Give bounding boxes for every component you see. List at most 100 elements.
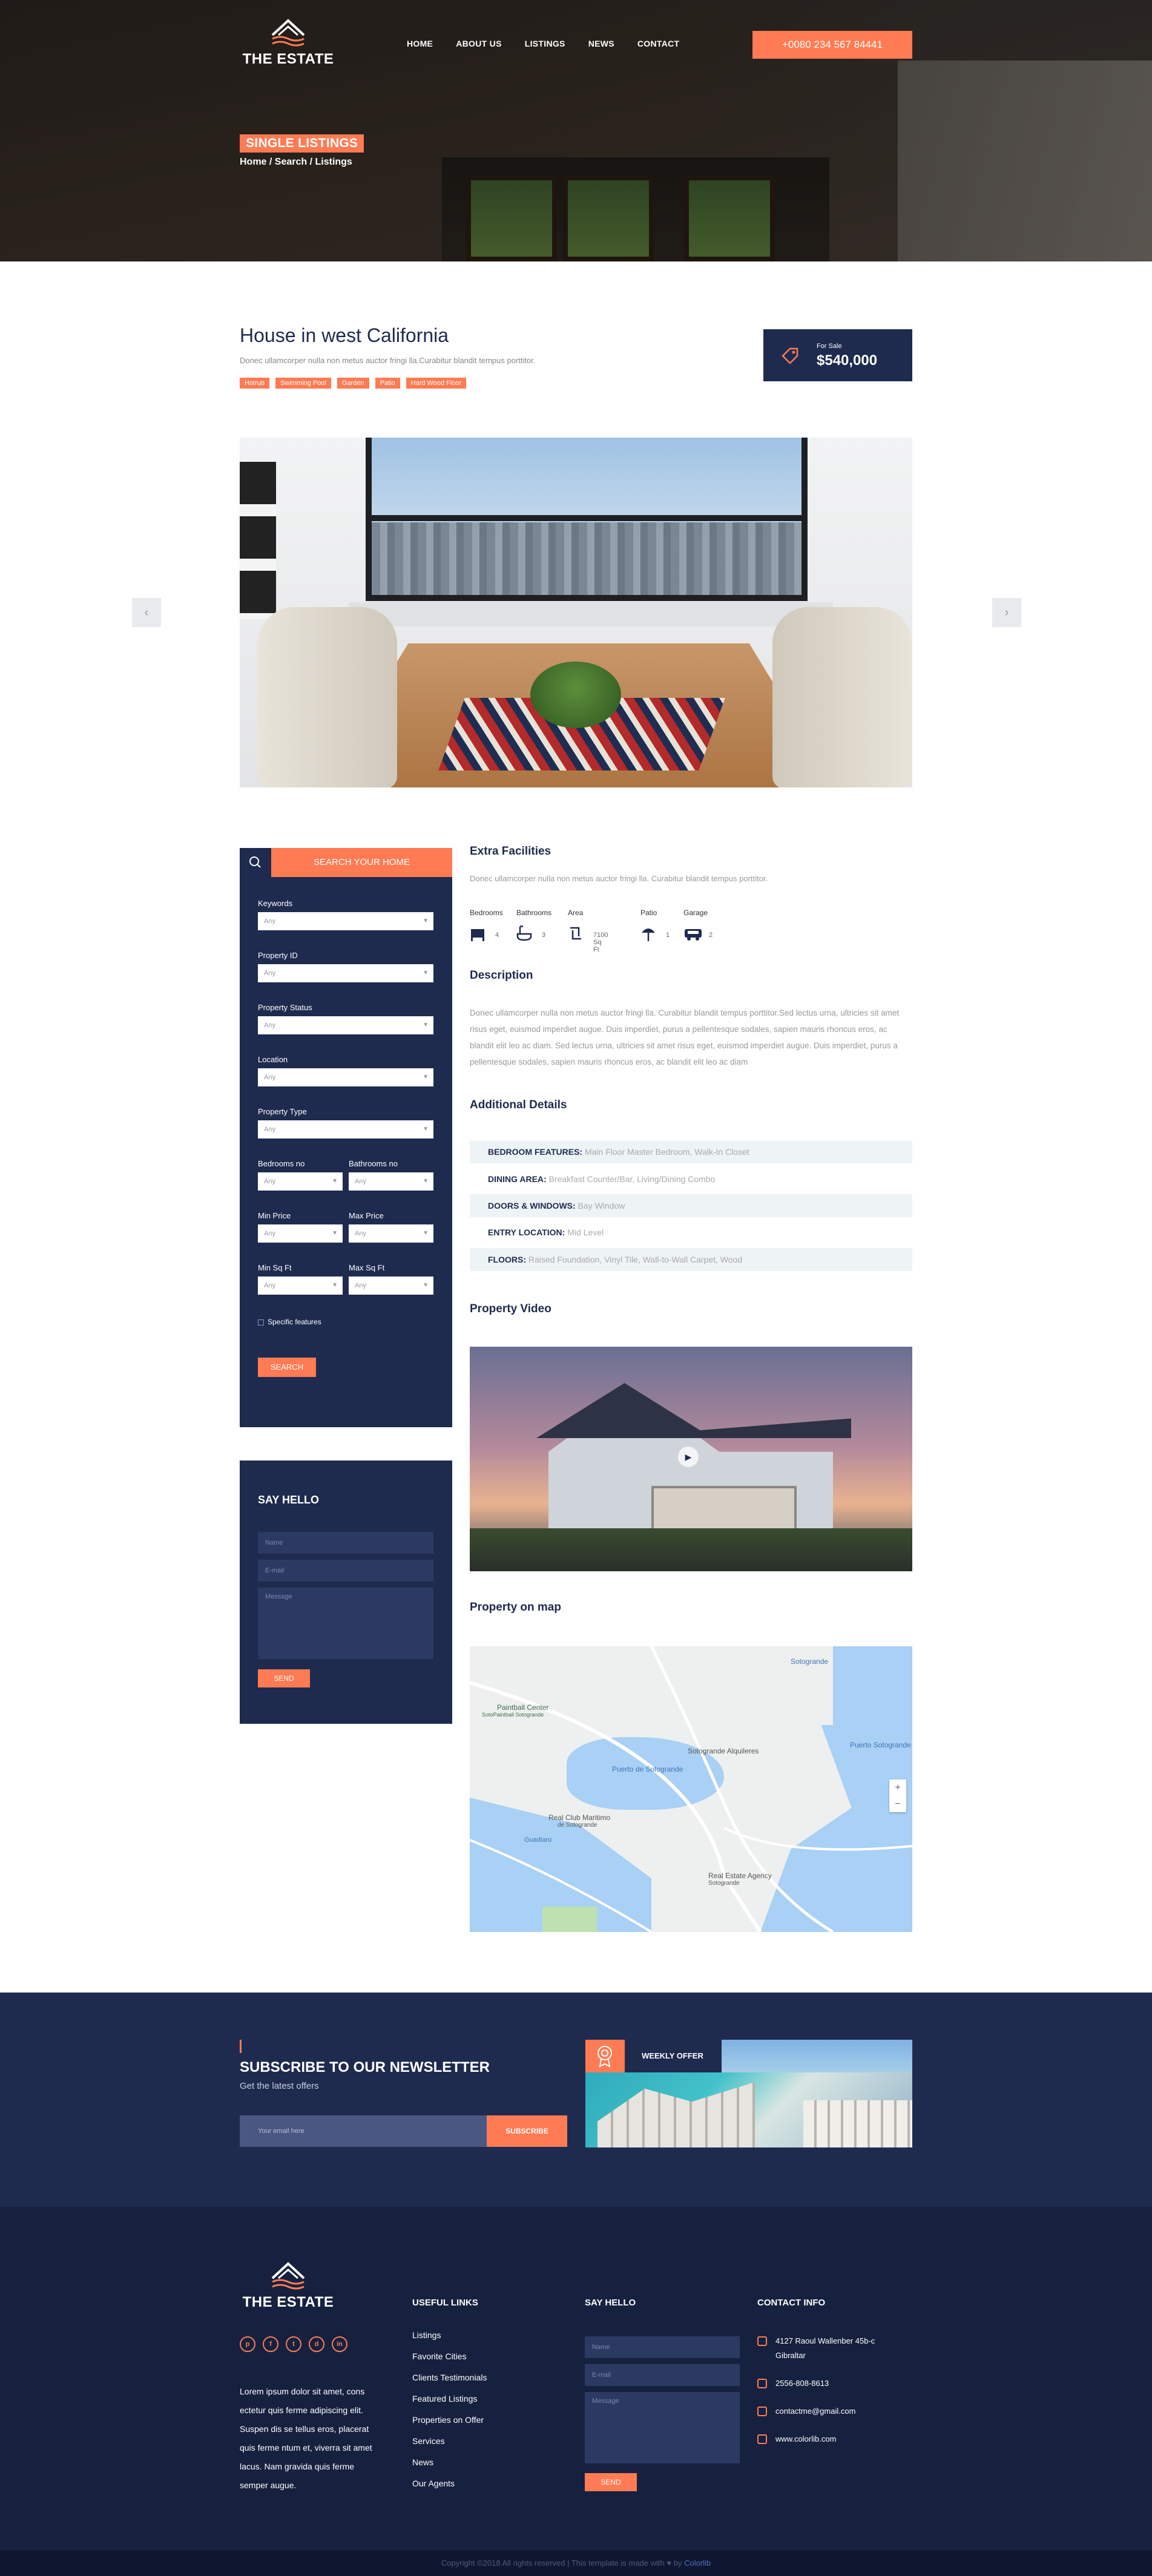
footer-link[interactable]: Our Agents — [412, 2479, 487, 2500]
detail-value: Main Floor Master Bedroom, Walk-In Close… — [584, 1147, 749, 1157]
map-zoom-control[interactable]: + − — [889, 1779, 906, 1812]
nav-about[interactable]: ABOUT US — [456, 39, 502, 48]
copyright-bar: Copyright ©2018 All rights reserved | Th… — [0, 2551, 1152, 2576]
search-icon[interactable] — [240, 848, 271, 877]
max-sqft-label: Max Sq Ft — [349, 1263, 385, 1272]
zoom-out-button[interactable]: − — [889, 1796, 906, 1812]
nav-contact[interactable]: CONTACT — [637, 39, 680, 48]
footer-name-field[interactable]: Name — [585, 2336, 740, 2358]
mail-icon — [757, 2407, 767, 2416]
page-title: SINGLE LISTINGS — [240, 134, 364, 153]
bathrooms-select[interactable]: Any ▼ — [349, 1172, 433, 1191]
contact-website[interactable]: www.colorlib.com — [757, 2432, 897, 2446]
detail-row: DOORS & WINDOWS: Bay Window — [470, 1194, 912, 1217]
gallery-prev-button[interactable]: ‹ — [132, 598, 161, 627]
property-id-label: Property ID — [258, 951, 298, 960]
play-icon[interactable]: ▶ — [678, 1447, 699, 1467]
hello-message-field[interactable]: Message — [258, 1588, 433, 1659]
detail-key: FLOORS: — [488, 1255, 526, 1264]
footer-email-field[interactable]: E-mail — [585, 2364, 740, 2386]
select-value: Any — [264, 1074, 275, 1081]
footer-link[interactable]: Favorite Cities — [412, 2351, 487, 2373]
specific-features-checkbox[interactable]: Specific features — [258, 1318, 321, 1326]
footer-send-button[interactable]: SEND — [585, 2473, 637, 2491]
map-roads — [470, 1646, 912, 1932]
bedrooms-select[interactable]: Any ▼ — [258, 1172, 343, 1191]
min-sqft-select[interactable]: Any ▼ — [258, 1276, 343, 1295]
nav-listings[interactable]: LISTINGS — [525, 39, 565, 48]
contact-phone[interactable]: 2556-808-8613 — [757, 2376, 897, 2391]
max-price-label: Max Price — [349, 1211, 384, 1220]
bed-icon — [471, 929, 484, 941]
gallery-image — [240, 438, 912, 787]
select-value: Any — [264, 970, 275, 977]
footer-link[interactable]: Listings — [412, 2330, 487, 2351]
facebook-icon[interactable]: f — [263, 2336, 278, 2352]
gallery-mullion — [372, 515, 801, 521]
video-lawn — [470, 1528, 912, 1571]
min-price-select[interactable]: Any ▼ — [258, 1224, 343, 1243]
map-label: de Sotogrande — [558, 1822, 597, 1828]
facility-value: 1 — [666, 932, 670, 939]
subscribe-button[interactable]: SUBSCRIBE — [487, 2115, 567, 2147]
keywords-select[interactable]: Any ▼ — [258, 912, 433, 930]
footer-link[interactable]: Clients Testimonials — [412, 2373, 487, 2394]
zoom-in-button[interactable]: + — [889, 1779, 906, 1796]
footer-logo[interactable]: THE ESTATE — [240, 2261, 337, 2310]
hello-send-button[interactable]: SEND — [258, 1669, 310, 1687]
max-price-select[interactable]: Any ▼ — [349, 1224, 433, 1243]
contact-email[interactable]: contactme@gmail.com — [757, 2404, 897, 2419]
listing-description: Donec ullamcorper nulla non metus auctor… — [240, 356, 536, 365]
globe-icon — [757, 2434, 767, 2444]
footer-link[interactable]: News — [412, 2457, 487, 2479]
bathrooms-label: Bathrooms no — [349, 1159, 398, 1168]
max-sqft-select[interactable]: Any ▼ — [349, 1276, 433, 1295]
tag[interactable]: Hard Wood Floor — [406, 378, 467, 389]
tag[interactable]: Garden — [337, 378, 369, 389]
footer-link[interactable]: Services — [412, 2436, 487, 2457]
chevron-down-icon: ▼ — [423, 1282, 429, 1289]
dribbble-icon[interactable]: d — [309, 2336, 324, 2352]
select-value: Any — [264, 1022, 275, 1029]
phone-icon — [757, 2379, 767, 2388]
pinterest-icon[interactable]: p — [240, 2336, 255, 2352]
newsletter-email-input[interactable]: Your email here — [240, 2115, 487, 2147]
hello-email-field[interactable]: E-mail — [258, 1560, 433, 1582]
extra-facilities-text: Donec ullamcorper nulla non metus auctor… — [470, 874, 768, 883]
newsletter-title: SUBSCRIBE TO OUR NEWSLETTER — [240, 2059, 490, 2075]
tag[interactable]: Hotrub — [240, 378, 270, 389]
footer-link[interactable]: Properties on Offer — [412, 2415, 487, 2436]
linkedin-icon[interactable]: in — [332, 2336, 347, 2352]
property-type-select[interactable]: Any ▼ — [258, 1120, 433, 1138]
specific-features-label: Specific features — [268, 1318, 321, 1326]
nav-home[interactable]: HOME — [407, 39, 433, 48]
property-video[interactable]: ▶ — [470, 1347, 912, 1571]
detail-value: Raised Foundation, Vinyl Tile, Wall-to-W… — [528, 1255, 743, 1264]
map-label: Real Club Maritimo — [548, 1813, 611, 1822]
phone-button[interactable]: +0080 234 567 84441 — [752, 31, 912, 59]
offer-buildings — [803, 2100, 912, 2147]
nav-news[interactable]: NEWS — [588, 39, 614, 48]
facility-value: 2 — [709, 932, 713, 939]
facility-garage: Garage 2 — [683, 908, 713, 941]
footer-message-field[interactable]: Message — [585, 2392, 740, 2463]
tag[interactable]: Swimming Pool — [275, 378, 331, 389]
property-status-select[interactable]: Any ▼ — [258, 1016, 433, 1034]
property-map[interactable]: Paintball Center SotoPaintball Sotogrand… — [470, 1646, 912, 1932]
tag[interactable]: Patio — [375, 378, 400, 389]
search-button[interactable]: SEARCH — [258, 1358, 316, 1377]
offer-label: WEEKLY OFFER — [625, 2040, 722, 2072]
detail-key: ENTRY LOCATION: — [488, 1227, 565, 1237]
detail-value: Mid Level — [567, 1227, 604, 1237]
gallery-next-button[interactable]: › — [992, 598, 1021, 627]
location-select[interactable]: Any ▼ — [258, 1068, 433, 1086]
twitter-icon[interactable]: t — [286, 2336, 301, 2352]
property-id-select[interactable]: Any ▼ — [258, 964, 433, 982]
select-value: Any — [264, 1230, 275, 1237]
breadcrumb: Home / Search / Listings — [240, 157, 352, 167]
site-logo[interactable]: THE ESTATE — [240, 18, 337, 67]
colorlib-link[interactable]: Colorlib — [684, 2558, 711, 2568]
weekly-offer-card[interactable]: WEEKLY OFFER — [585, 2040, 912, 2147]
hello-name-field[interactable]: Name — [258, 1532, 433, 1554]
footer-link[interactable]: Featured Listings — [412, 2394, 487, 2415]
